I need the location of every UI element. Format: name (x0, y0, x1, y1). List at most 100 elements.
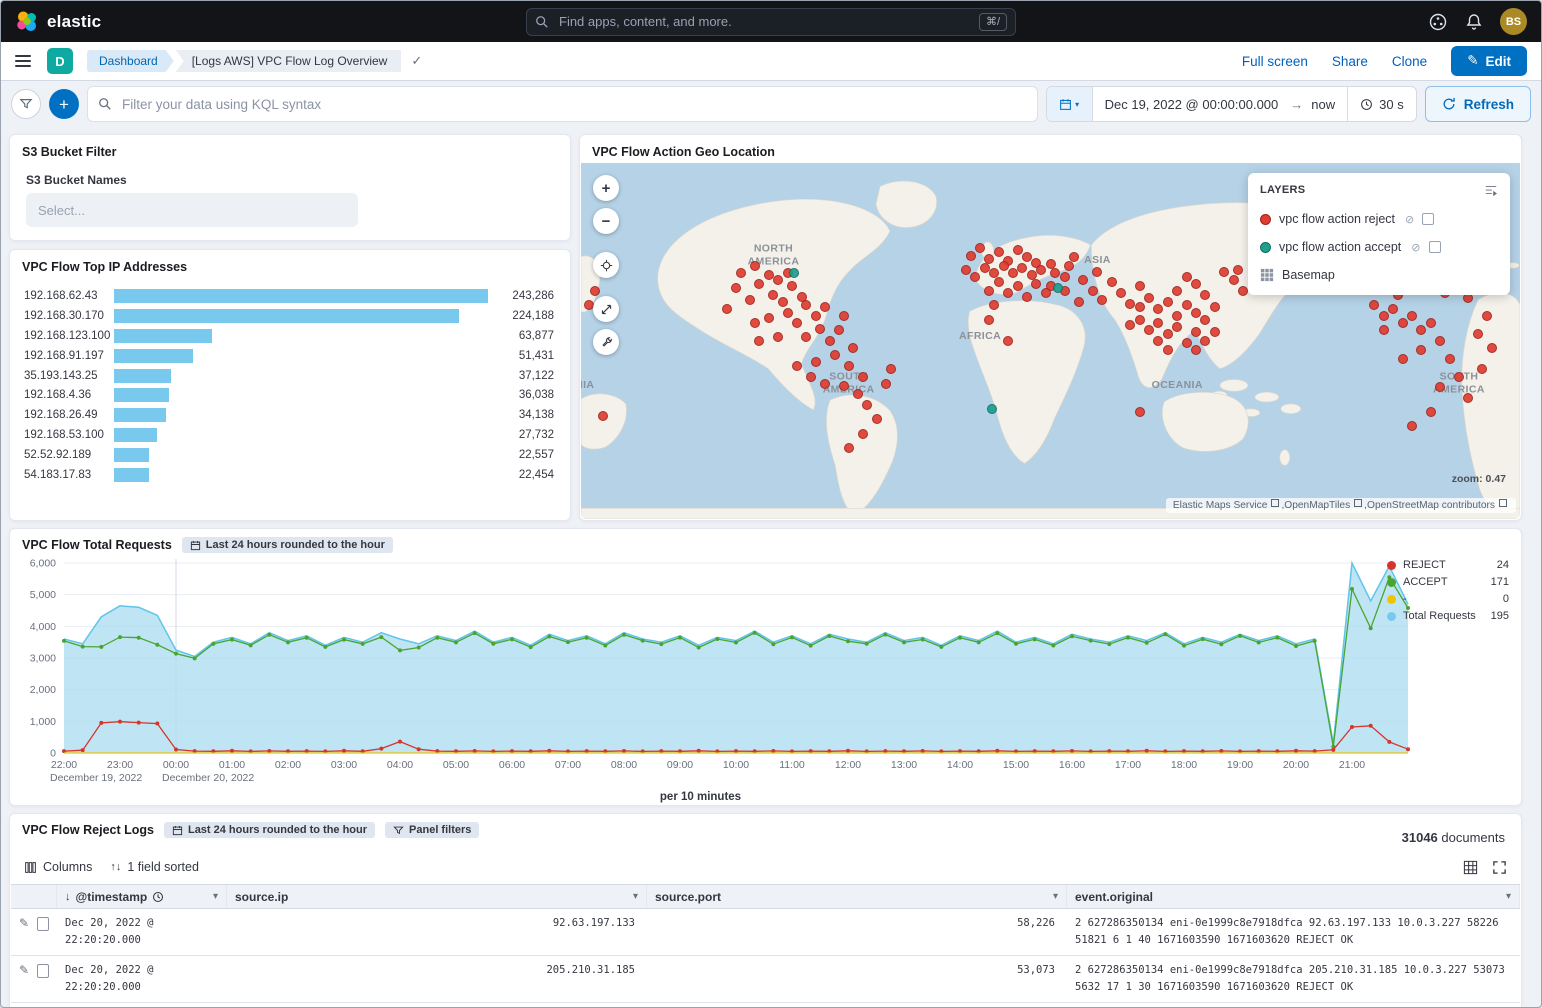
layer-item[interactable]: vpc flow action reject⊘ (1248, 205, 1510, 233)
ip-bar[interactable] (114, 428, 157, 442)
map-point-reject[interactable] (1229, 275, 1239, 285)
grid-header-sourceip[interactable]: source.ip▾ (227, 885, 647, 908)
attribution-link[interactable]: OpenStreetMap contributors (1367, 500, 1495, 511)
map-point-reject[interactable] (975, 243, 985, 253)
map-point-reject[interactable] (984, 286, 994, 296)
map-point-reject[interactable] (1153, 318, 1163, 328)
map-point-reject[interactable] (764, 313, 774, 323)
menu-hamburger-icon[interactable] (15, 55, 31, 67)
map-point-reject[interactable] (1416, 325, 1426, 335)
map-point-reject[interactable] (1017, 263, 1027, 273)
deployment-icon[interactable] (1428, 12, 1448, 32)
map-point-reject[interactable] (839, 311, 849, 321)
legend-item[interactable]: Total Requests195 (1387, 610, 1509, 622)
map-point-reject[interactable] (1379, 311, 1389, 321)
map-point-reject[interactable] (834, 325, 844, 335)
map-point-reject[interactable] (1125, 320, 1135, 330)
map-point-reject[interactable] (966, 251, 976, 261)
s3-bucket-select[interactable]: Select... (26, 193, 358, 227)
map-point-reject[interactable] (1135, 302, 1145, 312)
map-point-reject[interactable] (820, 379, 830, 389)
map-point-reject[interactable] (1388, 304, 1398, 314)
map-point-reject[interactable] (787, 281, 797, 291)
map-point-reject[interactable] (1097, 295, 1107, 305)
map-point-reject[interactable] (862, 400, 872, 410)
world-map[interactable]: NORTH AMERICASOUTH AMERICAAFRICAASIAOCEA… (581, 163, 1520, 519)
fit-to-data-button[interactable] (593, 252, 619, 278)
map-point-reject[interactable] (825, 336, 835, 346)
map-point-reject[interactable] (1153, 336, 1163, 346)
map-point-reject[interactable] (1041, 288, 1051, 298)
map-point-reject[interactable] (584, 300, 594, 310)
global-search[interactable]: ⌘/ (526, 8, 1016, 36)
map-point-reject[interactable] (1135, 407, 1145, 417)
map-point-reject[interactable] (872, 414, 882, 424)
map-point-reject[interactable] (1210, 327, 1220, 337)
map-point-reject[interactable] (783, 308, 793, 318)
map-point-reject[interactable] (820, 302, 830, 312)
map-point-reject[interactable] (999, 261, 1009, 271)
clone-link[interactable]: Clone (1392, 54, 1427, 69)
map-point-accept[interactable] (987, 404, 997, 414)
attribution-link[interactable]: Elastic Maps Service (1173, 500, 1268, 511)
add-filter-button[interactable]: + (49, 89, 79, 119)
layer-checkbox[interactable] (1429, 241, 1441, 253)
map-point-reject[interactable] (844, 443, 854, 453)
layer-item[interactable]: vpc flow action accept⊘ (1248, 233, 1510, 261)
map-tools-button[interactable] (593, 329, 619, 355)
map-point-reject[interactable] (722, 304, 732, 314)
map-point-reject[interactable] (1182, 300, 1192, 310)
refresh-interval-button[interactable]: 30 s (1348, 97, 1416, 112)
map-point-reject[interactable] (1092, 267, 1102, 277)
map-point-reject[interactable] (1398, 318, 1408, 328)
map-point-reject[interactable] (1074, 297, 1084, 307)
map-point-reject[interactable] (773, 332, 783, 342)
map-point-reject[interactable] (1407, 311, 1417, 321)
refresh-button[interactable]: Refresh (1425, 86, 1531, 122)
chevron-down-icon[interactable]: ▾ (1506, 891, 1511, 902)
attribution-link[interactable]: OpenMapTiles (1284, 500, 1350, 511)
map-point-reject[interactable] (1407, 421, 1417, 431)
map-point-reject[interactable] (1107, 277, 1117, 287)
map-point-reject[interactable] (1144, 293, 1154, 303)
map-point-reject[interactable] (792, 318, 802, 328)
map-point-reject[interactable] (1379, 325, 1389, 335)
notifications-bell-icon[interactable] (1464, 12, 1484, 32)
ip-bar[interactable] (114, 289, 488, 303)
ip-bar[interactable] (114, 309, 459, 323)
map-point-reject[interactable] (1426, 318, 1436, 328)
map-point-reject[interactable] (1435, 382, 1445, 392)
map-point-reject[interactable] (745, 295, 755, 305)
map-point-reject[interactable] (792, 361, 802, 371)
ip-bar[interactable] (114, 369, 171, 383)
map-point-reject[interactable] (1013, 281, 1023, 291)
ip-bar[interactable] (114, 388, 169, 402)
map-point-reject[interactable] (1060, 272, 1070, 282)
collapse-layers-icon[interactable] (1484, 183, 1498, 197)
chevron-down-icon[interactable]: ▾ (1053, 891, 1058, 902)
map-point-reject[interactable] (1238, 286, 1248, 296)
expand-map-button[interactable] (593, 296, 619, 322)
map-point-reject[interactable] (1200, 290, 1210, 300)
map-point-reject[interactable] (970, 272, 980, 282)
total-requests-chart[interactable]: 01,0002,0003,0004,0005,0006,00022:00Dece… (18, 555, 1413, 787)
map-point-reject[interactable] (1473, 329, 1483, 339)
full-screen-link[interactable]: Full screen (1242, 54, 1308, 69)
chevron-down-icon[interactable]: ▾ (213, 891, 218, 902)
share-link[interactable]: Share (1332, 54, 1368, 69)
map-point-reject[interactable] (1398, 354, 1408, 364)
map-point-reject[interactable] (1445, 354, 1455, 364)
map-point-reject[interactable] (1069, 252, 1079, 262)
grid-header-timestamp[interactable]: ↓@timestamp▾ (57, 885, 227, 908)
zoom-out-button[interactable]: − (593, 208, 619, 234)
date-range-end[interactable]: now (1303, 97, 1347, 112)
date-range-start[interactable]: Dec 19, 2022 @ 00:00:00.000 (1093, 97, 1291, 112)
map-point-reject[interactable] (1233, 265, 1243, 275)
map-point-reject[interactable] (1003, 336, 1013, 346)
map-point-reject[interactable] (811, 311, 821, 321)
legend-item[interactable]: ACCEPT171 (1387, 576, 1509, 588)
zoom-in-button[interactable]: + (593, 175, 619, 201)
map-point-reject[interactable] (750, 261, 760, 271)
map-point-reject[interactable] (1172, 286, 1182, 296)
map-point-reject[interactable] (750, 318, 760, 328)
